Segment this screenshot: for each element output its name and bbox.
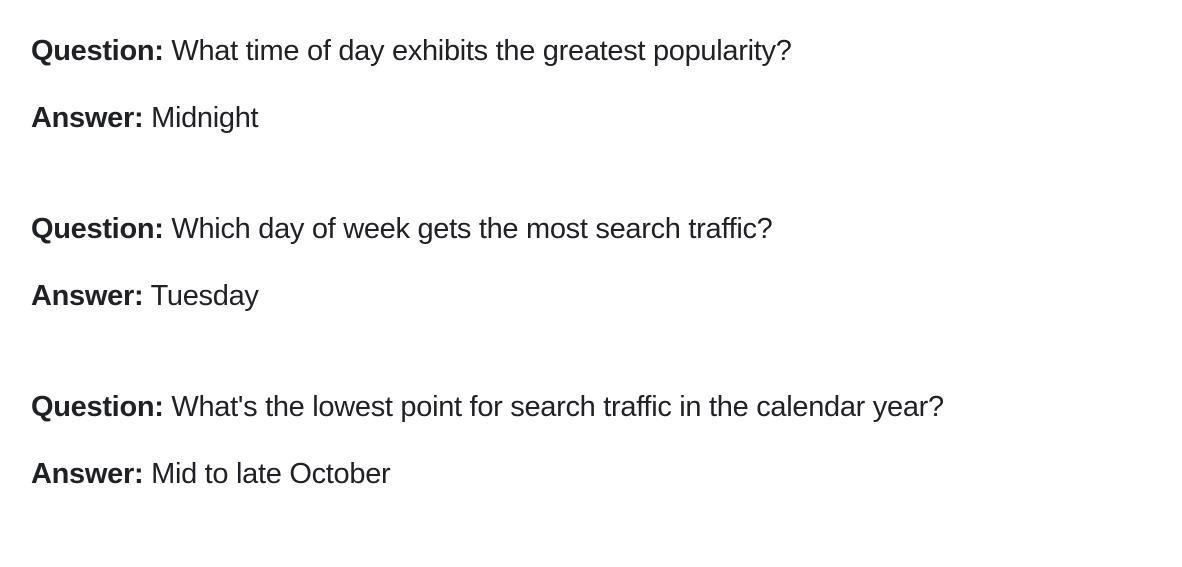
qa-item: Question: What time of day exhibits the … <box>31 33 1182 211</box>
answer: Answer: Midnight <box>31 100 1182 211</box>
question: Question: Which day of week gets the mos… <box>31 211 1182 278</box>
question-text: What time of day exhibits the greatest p… <box>171 35 792 67</box>
answer-text: Mid to late October <box>151 458 391 490</box>
question: Question: What's the lowest point for se… <box>31 389 1182 456</box>
qa-item: Question: Which day of week gets the mos… <box>31 211 1182 389</box>
question-text: What's the lowest point for search traff… <box>171 391 944 423</box>
question-label: Question: <box>31 213 164 245</box>
qa-item: Question: What's the lowest point for se… <box>31 389 1182 567</box>
question-label: Question: <box>31 35 164 67</box>
answer-text: Midnight <box>151 102 259 134</box>
answer: Answer: Tuesday <box>31 278 1182 389</box>
question-text: Which day of week gets the most search t… <box>171 213 773 245</box>
answer-label: Answer: <box>31 280 144 312</box>
question: Question: What time of day exhibits the … <box>31 33 1182 100</box>
question-label: Question: <box>31 391 164 423</box>
qa-list: Question: What time of day exhibits the … <box>0 0 1182 567</box>
answer-label: Answer: <box>31 458 144 490</box>
answer: Answer: Mid to late October <box>31 456 1182 567</box>
answer-text: Tuesday <box>150 280 259 312</box>
answer-label: Answer: <box>31 102 144 134</box>
